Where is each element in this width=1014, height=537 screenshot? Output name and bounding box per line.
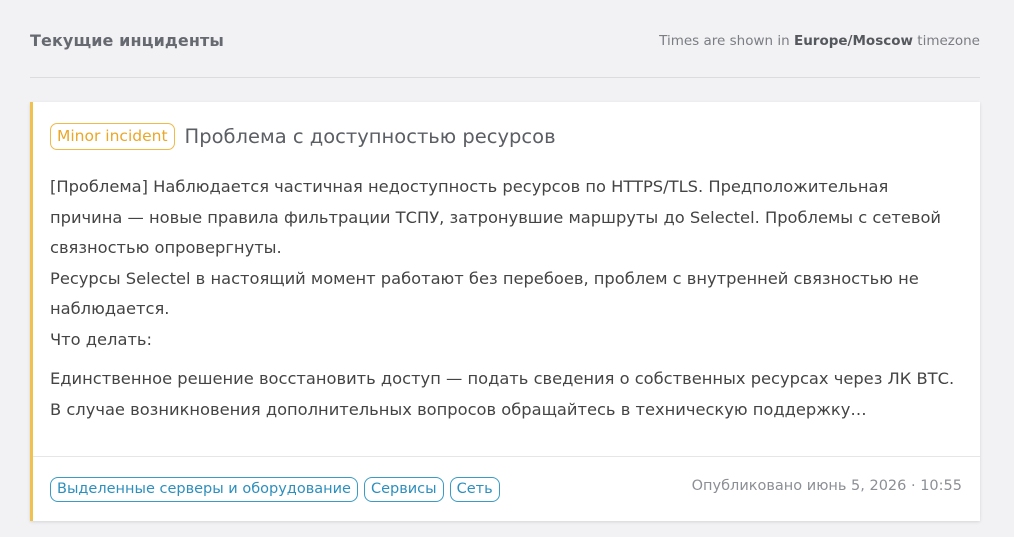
- tag-services[interactable]: Сервисы: [363, 477, 444, 502]
- page-title: Текущие инциденты: [30, 31, 224, 50]
- severity-badge: Minor incident: [50, 123, 175, 150]
- timezone-note: Times are shown in Europe/Moscow timezon…: [659, 33, 980, 49]
- incident-footer: Выделенные серверы и оборудование Сервис…: [33, 456, 980, 521]
- timezone-suffix: timezone: [917, 33, 980, 49]
- timezone-prefix: Times are shown in: [659, 33, 790, 49]
- component-tags: Выделенные серверы и оборудование Сервис…: [50, 477, 506, 502]
- incident-header: Minor incident Проблема с доступностью р…: [50, 123, 556, 150]
- description-paragraph: Ресурсы Selectel в настоящий момент рабо…: [50, 268, 919, 319]
- description-paragraph: Что делать:: [50, 329, 153, 349]
- incident-description: [Проблема] Наблюдается частичная недосту…: [50, 172, 960, 425]
- description-paragraph: Единственное решение восстановить доступ…: [50, 369, 955, 419]
- incident-title-link[interactable]: Проблема с доступностью ресурсов: [185, 125, 556, 148]
- timezone-name: Europe/Moscow: [793, 33, 913, 49]
- tag-network[interactable]: Сеть: [449, 477, 500, 502]
- incident-card: Minor incident Проблема с доступностью р…: [30, 102, 980, 521]
- published-timestamp: Опубликовано июнь 5, 2026 · 10:55: [691, 478, 962, 494]
- tag-dedicated-servers[interactable]: Выделенные серверы и оборудование: [50, 477, 358, 502]
- description-paragraph: [Проблема] Наблюдается частичная недосту…: [50, 177, 942, 257]
- page-header: Текущие инциденты Times are shown in Eur…: [30, 0, 980, 78]
